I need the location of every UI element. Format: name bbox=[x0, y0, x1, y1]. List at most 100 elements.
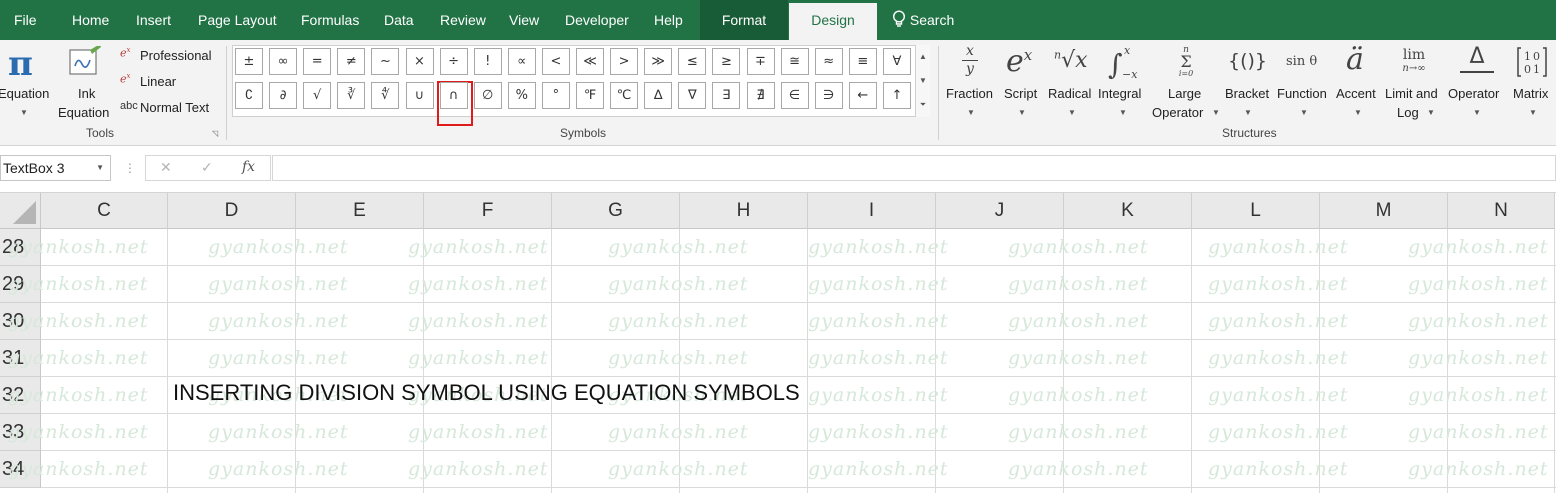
more-options-icon[interactable]: ⋮ bbox=[124, 161, 136, 175]
name-box[interactable]: TextBox 3 ▼ bbox=[0, 155, 111, 181]
column-header-l[interactable]: L bbox=[1192, 193, 1320, 229]
script-base: e bbox=[1006, 44, 1024, 79]
limit-and-log-button[interactable]: lim n→∞ Limit and Log ▼ bbox=[1384, 42, 1446, 124]
symbol-button[interactable]: ∀ bbox=[882, 48, 911, 75]
large-operator-label-1: Large bbox=[1168, 86, 1202, 101]
operator-button[interactable]: Δ Operator ▼ bbox=[1448, 42, 1508, 124]
symbol-button[interactable]: ≪ bbox=[576, 48, 604, 75]
tab-help[interactable]: Help bbox=[654, 0, 683, 40]
tab-file[interactable]: File bbox=[14, 0, 37, 40]
bracket-button[interactable]: {()} Bracket ▼ bbox=[1222, 42, 1274, 124]
symbol-button[interactable]: ≡ bbox=[848, 48, 877, 75]
symbol-button[interactable]: ≠ bbox=[337, 48, 366, 75]
symbol-button[interactable]: ∈ bbox=[780, 82, 809, 109]
ink-equation-button[interactable]: Ink Equation bbox=[58, 44, 114, 122]
symbol-button[interactable]: ≅ bbox=[780, 48, 809, 75]
symbol-button[interactable]: ∝ bbox=[507, 48, 536, 75]
cancel-icon[interactable]: ✕ bbox=[160, 159, 172, 176]
column-header-k[interactable]: K bbox=[1064, 193, 1192, 229]
column-header-g[interactable]: G bbox=[552, 193, 680, 229]
tab-design[interactable]: Design bbox=[789, 3, 877, 40]
column-header-e[interactable]: E bbox=[296, 193, 424, 229]
tab-data[interactable]: Data bbox=[384, 0, 414, 40]
symbol-button[interactable]: ∆ bbox=[644, 82, 673, 109]
tell-me-search[interactable]: Search bbox=[892, 0, 954, 40]
tab-formulas[interactable]: Formulas bbox=[301, 0, 359, 40]
tab-format[interactable]: Format bbox=[700, 0, 788, 40]
column-header-h[interactable]: H bbox=[680, 193, 808, 229]
symbol-button[interactable]: ≤ bbox=[678, 48, 707, 75]
symbol-button[interactable]: ← bbox=[848, 82, 877, 109]
cell-d32-text[interactable]: INSERTING DIVISION SYMBOL USING EQUATION… bbox=[173, 380, 800, 406]
column-header-c[interactable]: C bbox=[41, 193, 168, 229]
accent-label: Accent bbox=[1336, 86, 1376, 101]
enter-icon[interactable]: ✓ bbox=[201, 159, 213, 176]
symbol-button[interactable]: ℉ bbox=[576, 82, 604, 109]
tools-group-label: Tools bbox=[86, 126, 115, 140]
column-header-j[interactable]: J bbox=[936, 193, 1064, 229]
symbol-button[interactable]: ∋ bbox=[814, 82, 843, 109]
symbol-button[interactable]: ∜ bbox=[371, 82, 400, 109]
insert-function-icon[interactable]: fx bbox=[242, 159, 255, 175]
symbol-button[interactable]: = bbox=[303, 48, 332, 75]
integral-button[interactable]: ∫ x −x Integral ▼ bbox=[1098, 42, 1150, 124]
column-header-i[interactable]: I bbox=[808, 193, 936, 229]
column-header-f[interactable]: F bbox=[424, 193, 552, 229]
linear-button[interactable]: ex Linear bbox=[118, 72, 222, 92]
tab-view[interactable]: View bbox=[509, 0, 539, 40]
function-button[interactable]: sin θ Function ▼ bbox=[1276, 42, 1332, 124]
symbol-button[interactable]: ≈ bbox=[814, 48, 843, 75]
symbol-button[interactable]: ∩ bbox=[439, 82, 468, 109]
large-operator-button[interactable]: n Σ i=0 Large Operator ▼ bbox=[1150, 42, 1222, 124]
dialog-launcher-icon[interactable]: ◹ bbox=[212, 129, 218, 138]
symbol-button[interactable]: ∂ bbox=[269, 82, 298, 109]
symbol-button[interactable]: ∅ bbox=[473, 82, 502, 109]
gallery-more-button[interactable]: ⏷ bbox=[916, 93, 930, 117]
matrix-button[interactable]: 1 0 0 1 Matrix ▼ bbox=[1510, 42, 1556, 124]
symbol-button[interactable]: ! bbox=[473, 48, 502, 75]
symbol-button[interactable]: ± bbox=[235, 48, 263, 75]
equation-button[interactable]: π Equation ▼ bbox=[0, 44, 56, 122]
symbol-button[interactable]: > bbox=[610, 48, 639, 75]
symbol-button[interactable]: × bbox=[405, 48, 434, 75]
symbol-button[interactable]: ~ bbox=[371, 48, 400, 75]
tab-review[interactable]: Review bbox=[440, 0, 486, 40]
symbol-button[interactable]: < bbox=[541, 48, 570, 75]
chevron-down-icon[interactable]: ▼ bbox=[96, 156, 104, 180]
symbol-button[interactable]: % bbox=[507, 82, 536, 109]
symbol-button[interactable]: ∁ bbox=[235, 82, 263, 109]
symbol-button[interactable]: ↑ bbox=[882, 82, 911, 109]
column-header-n[interactable]: N bbox=[1448, 193, 1555, 229]
integral-sign: ∫ bbox=[1108, 48, 1123, 81]
tab-page-layout[interactable]: Page Layout bbox=[198, 0, 277, 40]
gallery-scroll-down[interactable]: ▼ bbox=[916, 69, 930, 93]
symbol-button[interactable]: ℃ bbox=[610, 82, 639, 109]
symbol-button[interactable]: ∓ bbox=[746, 48, 775, 75]
symbol-button[interactable]: ∪ bbox=[405, 82, 434, 109]
symbol-button[interactable]: ∞ bbox=[269, 48, 298, 75]
symbol-button[interactable]: ∄ bbox=[746, 82, 775, 109]
symbol-button[interactable]: ° bbox=[541, 82, 570, 109]
symbol-button[interactable]: ∇ bbox=[678, 82, 707, 109]
symbol-button[interactable]: ≥ bbox=[712, 48, 741, 75]
formula-input[interactable] bbox=[272, 155, 1556, 181]
gallery-scroll-up[interactable]: ▲ bbox=[916, 45, 930, 69]
normal-text-button[interactable]: abc Normal Text bbox=[118, 98, 222, 118]
watermark-text: gyankosh.net bbox=[408, 421, 549, 443]
symbol-button[interactable]: ÷ bbox=[439, 48, 468, 75]
professional-button[interactable]: ex Professional bbox=[118, 46, 222, 66]
radical-button[interactable]: n√x Radical ▼ bbox=[1046, 42, 1098, 124]
symbol-button[interactable]: ≫ bbox=[644, 48, 673, 75]
symbol-button[interactable]: ∃ bbox=[712, 82, 741, 109]
accent-button[interactable]: ä Accent ▼ bbox=[1334, 42, 1382, 124]
fraction-button[interactable]: x y Fraction ▼ bbox=[944, 42, 998, 124]
select-all-corner[interactable] bbox=[0, 193, 41, 229]
symbol-button[interactable]: ∛ bbox=[337, 82, 366, 109]
script-button[interactable]: ex Script ▼ bbox=[1000, 42, 1046, 124]
tab-home[interactable]: Home bbox=[72, 0, 109, 40]
tab-developer[interactable]: Developer bbox=[565, 0, 629, 40]
column-header-d[interactable]: D bbox=[168, 193, 296, 229]
column-header-m[interactable]: M bbox=[1320, 193, 1448, 229]
symbol-button[interactable]: √ bbox=[303, 82, 332, 109]
tab-insert[interactable]: Insert bbox=[136, 0, 171, 40]
